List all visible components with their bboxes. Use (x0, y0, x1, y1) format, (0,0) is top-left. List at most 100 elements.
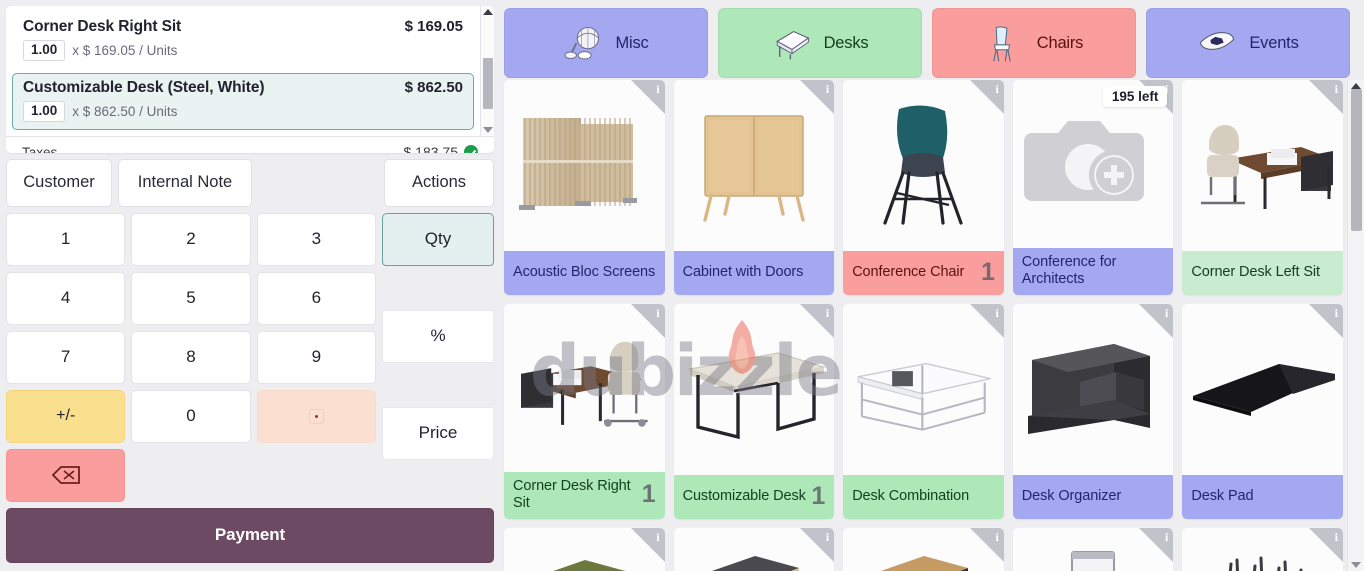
product-card[interactable]: i Desk Organizer (1012, 304, 1174, 519)
product-info-icon[interactable]: i (630, 304, 665, 338)
product-info-icon[interactable]: i (800, 528, 835, 562)
product-info-icon[interactable]: i (1139, 304, 1174, 338)
numpad-key-7[interactable]: 7 (6, 330, 126, 384)
product-image-box: i (843, 304, 1004, 475)
taxes-label: Taxes (22, 144, 58, 153)
orderlines-list[interactable]: Corner Desk Right Sit $ 169.05 1.00 x $ 169… (6, 6, 480, 136)
controls-spacer (258, 159, 378, 207)
numpad: 1 2 3 4 5 6 7 8 9 +/- 0 Qty% Price (0, 207, 500, 502)
payment-button[interactable]: Payment (6, 507, 494, 563)
customer-button[interactable]: Customer (6, 158, 112, 207)
product-info-icon[interactable]: i (630, 80, 665, 114)
numpad-key-8[interactable]: 8 (131, 330, 251, 384)
product-grid: i Acoustic Bloc Screens i Cabinet with Door… (500, 80, 1347, 571)
numpad-key-4[interactable]: 4 (6, 271, 126, 325)
product-label: Desk Combination (843, 475, 1004, 519)
category-label: Chairs (1036, 33, 1084, 52)
product-card[interactable]: i (843, 528, 1004, 571)
numpad-key-3[interactable]: 3 (256, 212, 376, 266)
product-label: Cabinet with Doors (673, 251, 835, 295)
scrollbar-thumb[interactable] (483, 57, 493, 110)
numpad-key-5[interactable]: 5 (131, 271, 251, 325)
product-card[interactable]: i Desk Combination (843, 304, 1004, 519)
product-info-icon[interactable]: i (800, 304, 835, 338)
product-image-box: 195 lefti (1012, 80, 1174, 248)
product-info-icon[interactable]: i (1309, 80, 1343, 114)
product-grid-scrollbar[interactable] (1347, 80, 1364, 571)
numpad-key-6[interactable]: 6 (256, 271, 376, 325)
product-info-icon[interactable]: i (1309, 528, 1343, 562)
product-label: Desk Organizer (1012, 475, 1174, 519)
numpad-mode--button[interactable]: % (382, 309, 494, 363)
product-quantity-badge: 1 (811, 482, 826, 510)
product-card[interactable]: i Corner Desk Left Sit (1182, 80, 1343, 295)
numpad-key-0[interactable]: 0 (131, 389, 251, 443)
orderline-quantity[interactable]: 1.00 (23, 100, 66, 122)
product-card[interactable]: i (1182, 528, 1343, 571)
grid-scrollbar-track[interactable] (1348, 89, 1364, 562)
orderlines-scrollbar[interactable] (480, 6, 494, 136)
product-info-icon[interactable]: i (1309, 304, 1343, 338)
numpad-mode-price-button[interactable]: Price (382, 406, 494, 460)
product-quantity-badge: 1 (980, 258, 995, 286)
category-button-desks[interactable]: Desks (718, 8, 922, 78)
product-card[interactable]: i Cabinet with Doors (673, 80, 835, 295)
category-button-chairs[interactable]: Chairs (932, 8, 1136, 78)
product-info-icon[interactable]: i (969, 80, 1004, 114)
orderline-price: $ 169.05 (404, 18, 463, 35)
product-info-icon[interactable]: i (969, 528, 1004, 562)
product-card[interactable]: i Conference Chair 1 (843, 80, 1004, 295)
product-info-icon[interactable]: i (630, 528, 665, 562)
actions-button[interactable]: Actions (384, 158, 494, 207)
numpad-key-1[interactable]: 1 (6, 212, 126, 266)
product-info-icon[interactable]: i (800, 80, 835, 114)
product-info-icon[interactable]: i (1139, 528, 1174, 562)
orderline-name: Corner Desk Right Sit (23, 18, 182, 35)
tax-verified-check-icon (464, 145, 478, 153)
category-button-misc[interactable]: Misc (504, 8, 708, 78)
numpad-mode-qty-button[interactable]: Qty (382, 212, 494, 266)
product-card[interactable]: i (1012, 528, 1174, 571)
backspace-icon (51, 466, 80, 484)
orderline-quantity[interactable]: 1.00 (23, 40, 66, 61)
numpad-backspace-key[interactable] (6, 448, 126, 502)
product-card[interactable]: i Desk Pad (1182, 304, 1343, 519)
category-bar: Misc Desks Chairs Events (500, 0, 1364, 80)
order-summary-card: Corner Desk Right Sit $ 169.05 1.00 x $ 169… (6, 6, 494, 153)
orderline[interactable]: Corner Desk Right Sit $ 169.05 1.00 x $ 169… (12, 12, 474, 69)
product-image-box: i (1012, 304, 1174, 475)
product-label: Desk Pad (1182, 475, 1343, 519)
product-name: Conference Chair (852, 263, 965, 280)
product-image-box: i (843, 80, 1004, 251)
product-card[interactable]: i Acoustic Bloc Screens (504, 80, 665, 295)
product-info-icon[interactable]: i (969, 304, 1004, 338)
scroll-down-arrow-icon[interactable] (482, 127, 493, 133)
numpad-key-2[interactable]: 2 (131, 212, 251, 266)
product-name: Desk Organizer (1021, 487, 1122, 504)
grid-scrollbar-thumb[interactable] (1351, 89, 1362, 231)
product-card[interactable]: i Customizable Desk 1 (673, 304, 835, 519)
product-image-box: i (504, 80, 665, 251)
category-button-events[interactable]: Events (1146, 8, 1350, 78)
numpad-plus-minus-key[interactable]: +/- (6, 389, 126, 443)
product-card[interactable]: 195 lefti Conference for Architects (1012, 80, 1174, 295)
grid-scroll-down-arrow-icon[interactable] (1351, 562, 1361, 568)
orderline-price: $ 862.50 (404, 78, 463, 96)
product-image-box: i (504, 304, 665, 472)
product-name: Desk Pad (1191, 487, 1254, 504)
product-card[interactable]: i (673, 528, 835, 571)
product-card[interactable]: i (504, 528, 665, 571)
product-name: Desk Combination (852, 487, 970, 504)
numpad-key-9[interactable]: 9 (256, 330, 376, 384)
numpad-digit-grid: 1 2 3 4 5 6 7 8 9 +/- 0 (6, 212, 376, 502)
orderline-unit-price: x $ 862.50 / Units (72, 103, 178, 119)
product-label: Customizable Desk 1 (673, 475, 835, 519)
lamp-icon (563, 25, 603, 61)
scrollbar-track[interactable] (481, 15, 494, 127)
taxes-row: Taxes $ 183.75 (22, 144, 478, 153)
product-card[interactable]: i Corner Desk Right Sit 1 (504, 304, 665, 519)
numpad-decimal-key[interactable] (256, 389, 376, 443)
internal-note-button[interactable]: Internal Note (118, 158, 252, 207)
numpad-mode-grid: Qty% Price (382, 212, 494, 502)
orderline[interactable]: Customizable Desk (Steel, White) $ 862.50… (12, 72, 474, 130)
